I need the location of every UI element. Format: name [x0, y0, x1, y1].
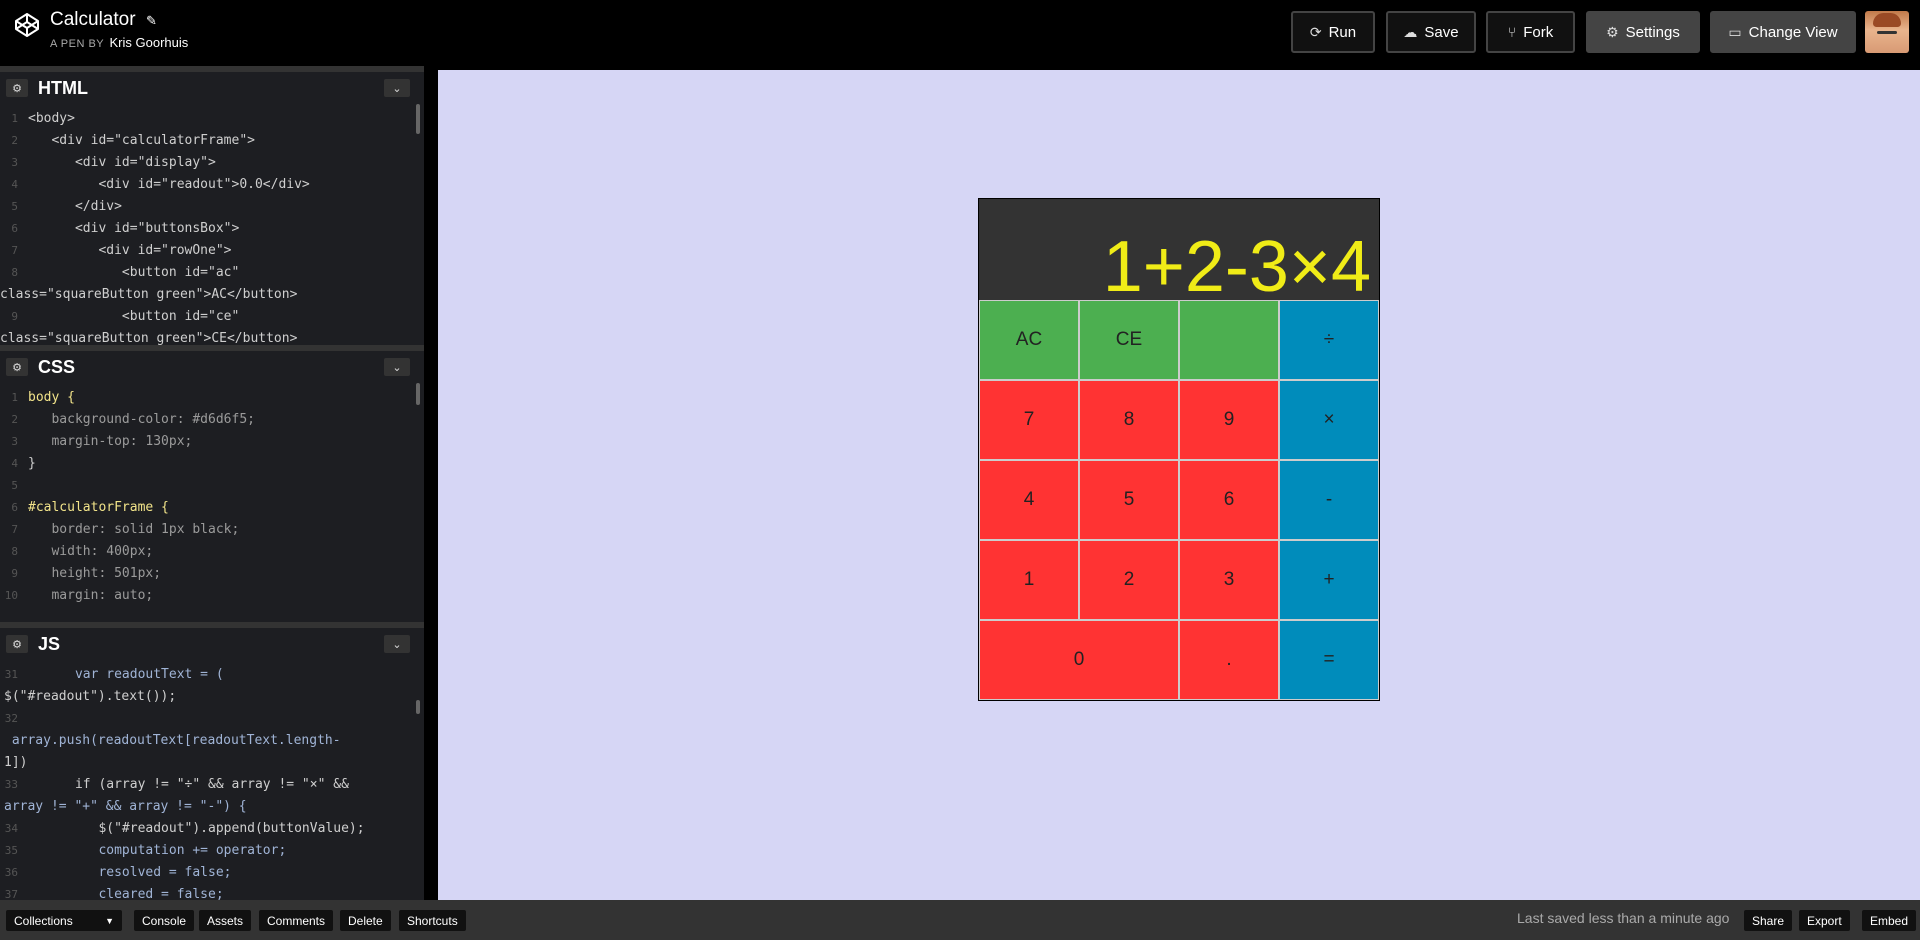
scrollbar[interactable] [416, 383, 420, 405]
user-avatar[interactable] [1865, 11, 1909, 53]
run-label: Run [1328, 23, 1357, 41]
caret-down-icon: ▼ [105, 915, 114, 926]
chevron-down-icon[interactable]: ⌄ [384, 358, 410, 376]
author-link[interactable]: Kris Goorhuis [110, 35, 189, 50]
key-2[interactable]: 2 [1079, 540, 1179, 620]
key-5[interactable]: 5 [1079, 460, 1179, 540]
bottom-bar: Collections ▼ Console Assets Comments De… [0, 900, 1920, 940]
fork-button[interactable]: ⑂ Fork [1486, 11, 1575, 53]
pen-byline: A PEN BY Kris Goorhuis [50, 35, 188, 50]
key-subtract[interactable]: - [1279, 460, 1379, 540]
comments-button[interactable]: Comments [259, 910, 334, 931]
save-label: Save [1424, 23, 1459, 41]
calculator-display: 1+2-3×4 [979, 199, 1379, 307]
scrollbar[interactable] [416, 700, 420, 714]
fork-label: Fork [1523, 23, 1554, 41]
key-4[interactable]: 4 [979, 460, 1079, 540]
collections-label: Collections [14, 913, 73, 928]
pen-title[interactable]: Calculator [50, 9, 136, 30]
edit-pencil-icon[interactable]: ✎ [146, 13, 157, 28]
key-divide[interactable]: ÷ [1279, 300, 1379, 380]
editor-title: HTML [38, 77, 88, 98]
css-editor-header: ⚙ CSS ⌄ [0, 345, 424, 383]
key-7[interactable]: 7 [979, 380, 1079, 460]
key-decimal[interactable]: . [1179, 620, 1279, 700]
key-add[interactable]: + [1279, 540, 1379, 620]
save-status: Last saved less than a minute ago [1517, 910, 1730, 926]
key-8[interactable]: 8 [1079, 380, 1179, 460]
key-0[interactable]: 0 [979, 620, 1179, 700]
layout-icon: ▭ [1728, 23, 1742, 40]
calculator-frame: 1+2-3×4 AC CE ÷ 7 8 9 × 4 5 6 - 1 2 3 + … [978, 198, 1380, 701]
settings-button[interactable]: ⚙ Settings [1586, 11, 1700, 53]
shortcuts-button[interactable]: Shortcuts [399, 910, 466, 931]
editor-title: CSS [38, 356, 76, 377]
export-button[interactable]: Export [1799, 910, 1850, 931]
key-ce[interactable]: CE [1079, 300, 1179, 380]
css-editor: ⚙ CSS ⌄ 1 body { 2 background-color: #d6d… [0, 345, 424, 623]
change-view-label: Change View [1748, 23, 1838, 41]
key-1[interactable]: 1 [979, 540, 1079, 620]
gear-icon: ⚙ [1606, 23, 1619, 40]
editor-title: JS [38, 633, 61, 654]
js-editor: ⚙ JS ⌄ 31 var readoutText = ( $("#readou… [0, 622, 424, 900]
save-button[interactable]: ☁ Save [1386, 11, 1476, 53]
css-code[interactable]: 1 body { 2 background-color: #d6d6f5; 3 m… [0, 383, 424, 607]
js-code[interactable]: 31 var readoutText = ( $("#readout").tex… [0, 660, 424, 900]
top-bar: Calculator ✎ A PEN BY Kris Goorhuis ⟳ Ru… [0, 0, 1920, 64]
codepen-logo-icon[interactable] [14, 12, 40, 38]
settings-label: Settings [1625, 23, 1680, 41]
key-equals[interactable]: = [1279, 620, 1379, 700]
share-button[interactable]: Share [1744, 910, 1793, 931]
refresh-icon: ⟳ [1309, 23, 1322, 40]
scrollbar[interactable] [416, 104, 420, 134]
fork-icon: ⑂ [1507, 24, 1517, 40]
html-code[interactable]: 1 <body> 2 <div id="calculatorFrame"> 3 <… [0, 104, 424, 346]
gear-icon[interactable]: ⚙ [6, 358, 28, 376]
byline-prefix: A PEN BY [50, 38, 104, 50]
collections-dropdown[interactable]: Collections ▼ [6, 910, 122, 931]
js-editor-header: ⚙ JS ⌄ [0, 622, 424, 660]
key-ac[interactable]: AC [979, 300, 1079, 380]
editor-panel: ⚙ HTML ⌄ 1 <body> 2 <div id="calculatorFr… [0, 66, 424, 900]
key-3[interactable]: 3 [1179, 540, 1279, 620]
key-blank[interactable] [1179, 300, 1279, 380]
key-multiply[interactable]: × [1279, 380, 1379, 460]
chevron-down-icon[interactable]: ⌄ [384, 79, 410, 97]
console-button[interactable]: Console [134, 910, 195, 931]
delete-button[interactable]: Delete [340, 910, 391, 931]
assets-button[interactable]: Assets [199, 910, 252, 931]
embed-button[interactable]: Embed [1862, 910, 1917, 931]
key-6[interactable]: 6 [1179, 460, 1279, 540]
cloud-icon: ☁ [1403, 23, 1418, 40]
key-9[interactable]: 9 [1179, 380, 1279, 460]
gear-icon[interactable]: ⚙ [6, 635, 28, 653]
html-editor: ⚙ HTML ⌄ 1 <body> 2 <div id="calculatorFr… [0, 66, 424, 346]
pen-title-block: Calculator ✎ A PEN BY Kris Goorhuis [50, 9, 188, 50]
html-editor-header: ⚙ HTML ⌄ [0, 66, 424, 104]
calculator-readout: 1+2-3×4 [1102, 227, 1371, 307]
change-view-button[interactable]: ▭ Change View [1710, 11, 1856, 53]
gear-icon[interactable]: ⚙ [6, 79, 28, 97]
chevron-down-icon[interactable]: ⌄ [384, 635, 410, 653]
run-button[interactable]: ⟳ Run [1291, 11, 1375, 53]
